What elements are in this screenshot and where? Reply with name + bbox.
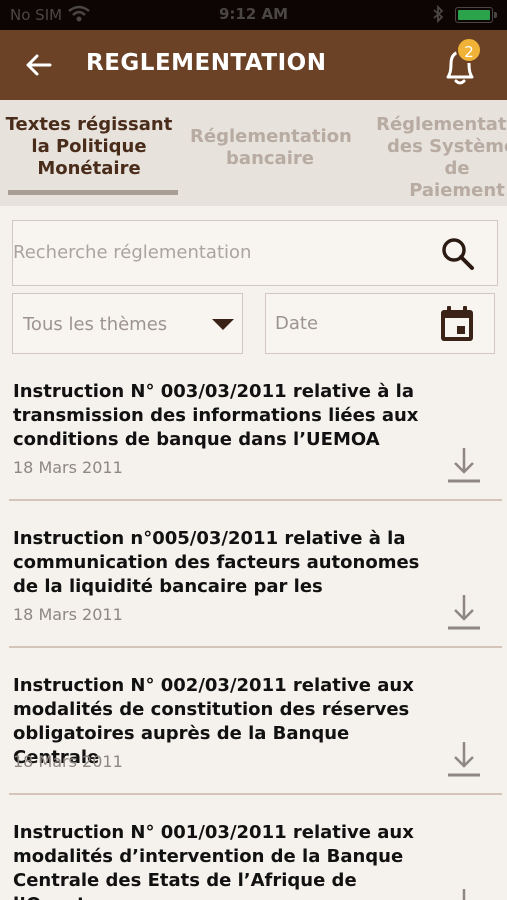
tab-reglementation-bancaire[interactable]: Réglementation bancaire xyxy=(190,126,352,170)
date-field-placeholder: Date xyxy=(275,313,319,334)
document-title: Instruction n°005/03/2011 relative à la … xyxy=(13,528,420,597)
notification-badge: 2 xyxy=(456,37,482,63)
divider xyxy=(9,646,502,648)
app-bar: REGLEMENTATION 2 xyxy=(0,30,507,100)
search-icon[interactable] xyxy=(439,235,477,273)
tab-systemes-paiement[interactable]: Réglementation des Systèmes de Paiement xyxy=(372,114,507,202)
download-icon[interactable] xyxy=(446,885,482,900)
list-item[interactable]: Instruction N° 002/03/2011 relative aux … xyxy=(0,674,507,821)
tab-label-line: Réglementation xyxy=(190,126,352,147)
search-placeholder: Recherche réglementation xyxy=(13,242,252,263)
download-icon[interactable] xyxy=(446,591,482,633)
download-icon[interactable] xyxy=(446,444,482,486)
document-title: Instruction N° 001/03/2011 relative aux … xyxy=(13,822,414,900)
search-input[interactable]: Recherche réglementation xyxy=(12,220,498,286)
document-date: 18 Mars 2011 xyxy=(13,752,123,771)
tab-label-line: bancaire xyxy=(226,148,314,169)
list-item[interactable]: Instruction N° 001/03/2011 relative aux … xyxy=(0,821,507,900)
page-title: REGLEMENTATION xyxy=(86,50,327,76)
tab-politique-monetaire[interactable]: Textes régissant la Politique Monétaire xyxy=(0,114,178,180)
calendar-icon[interactable] xyxy=(438,304,476,344)
active-tab-indicator xyxy=(8,190,178,195)
list-item[interactable]: Instruction N° 003/03/2011 relative à la… xyxy=(0,380,507,527)
chevron-down-icon xyxy=(212,319,234,330)
status-time: 9:12 AM xyxy=(218,5,289,23)
divider xyxy=(9,793,502,795)
tab-label-line: Réglementation xyxy=(376,114,507,135)
status-bar: No SIM 9:12 AM xyxy=(0,0,507,30)
document-date: 18 Mars 2011 xyxy=(13,458,123,477)
battery-icon xyxy=(455,7,497,23)
tab-label-line: Paiement xyxy=(409,180,505,201)
bluetooth-icon xyxy=(433,5,444,23)
arrow-left-icon[interactable] xyxy=(24,50,54,80)
date-field[interactable]: Date xyxy=(265,293,495,354)
tab-label-line: des Systèmes de xyxy=(387,136,507,179)
download-icon[interactable] xyxy=(446,738,482,780)
theme-select[interactable]: Tous les thèmes xyxy=(12,293,243,354)
divider xyxy=(9,499,502,501)
tab-label-line: Monétaire xyxy=(37,158,141,179)
theme-select-value: Tous les thèmes xyxy=(23,314,168,335)
tab-label-line: Textes régissant xyxy=(5,114,173,135)
document-title: Instruction N° 003/03/2011 relative à la… xyxy=(13,381,419,450)
list-item[interactable]: Instruction n°005/03/2011 relative à la … xyxy=(0,527,507,674)
tab-label-line: la Politique xyxy=(31,136,147,157)
document-date: 18 Mars 2011 xyxy=(13,605,123,624)
